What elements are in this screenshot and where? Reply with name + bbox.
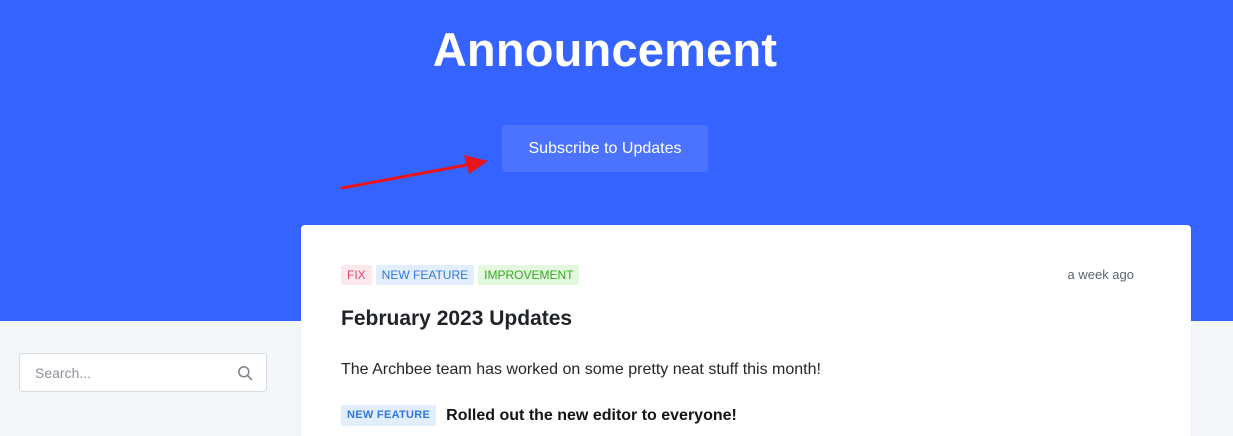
feature-heading: Rolled out the new editor to everyone! (446, 406, 737, 424)
subscribe-button[interactable]: Subscribe to Updates (502, 125, 708, 172)
post-intro: The Archbee team has worked on some pret… (341, 361, 821, 378)
annotation-arrow-icon (340, 155, 488, 190)
update-card: FIX NEW FEATURE IMPROVEMENT a week ago F… (301, 225, 1191, 436)
tag-fix[interactable]: FIX (341, 265, 372, 285)
tag-improvement[interactable]: IMPROVEMENT (478, 265, 580, 285)
search-icon[interactable] (237, 365, 253, 381)
search-input[interactable] (20, 354, 225, 391)
tag-list: FIX NEW FEATURE IMPROVEMENT (341, 265, 580, 285)
post-title[interactable]: February 2023 Updates (341, 307, 572, 331)
post-timestamp: a week ago (1067, 267, 1135, 282)
feature-item: NEW FEATURE Rolled out the new editor to… (341, 405, 737, 426)
feature-tag: NEW FEATURE (341, 405, 437, 426)
tag-new-feature[interactable]: NEW FEATURE (375, 265, 475, 285)
page-title: Announcement (432, 23, 778, 76)
changelog-page: Announcement Subscribe to Updates FIX NE… (0, 0, 1233, 436)
search-box (19, 353, 267, 392)
